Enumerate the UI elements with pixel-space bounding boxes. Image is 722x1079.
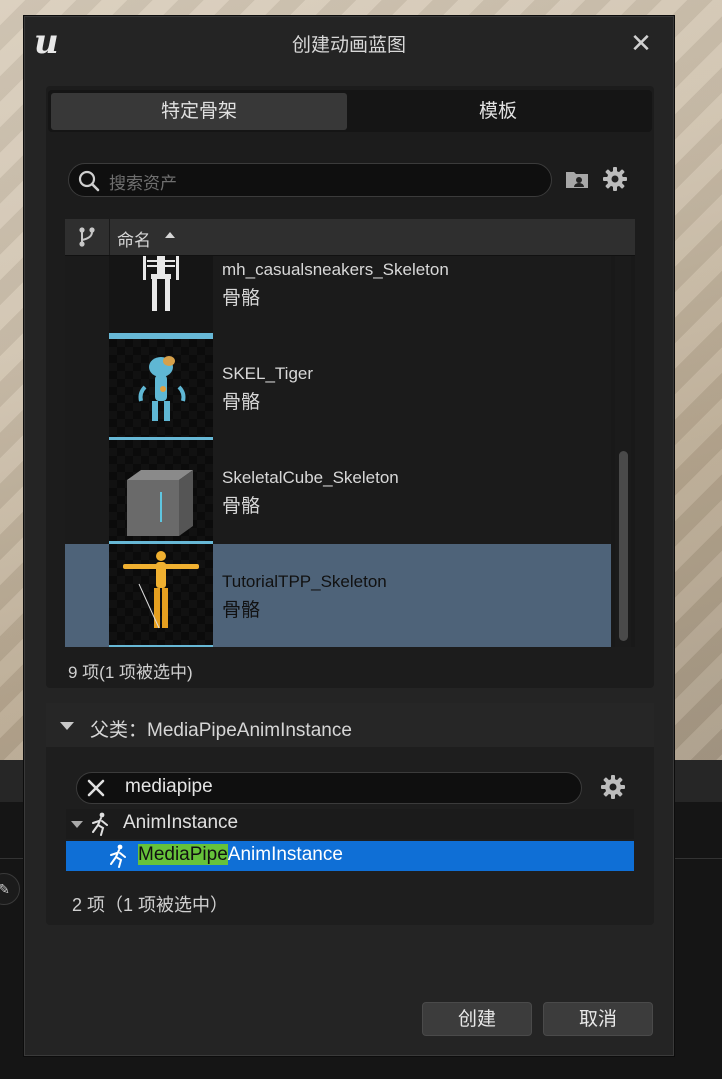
asset-list: 命名 mh_casualsneakers_Skeleton 骨骼 SKEL_Ti… (65, 219, 635, 647)
clear-search-icon[interactable] (85, 777, 107, 799)
close-icon[interactable]: ✕ (626, 28, 656, 58)
tab-template[interactable]: 模板 (350, 93, 646, 130)
asset-type: 骨骼 (222, 288, 261, 309)
parent-class-label: 父类：MediaPipeAnimInstance (90, 720, 352, 741)
class-tree: AnimInstance MediaPipeAnimInstance (66, 809, 634, 873)
asset-type: 骨骼 (222, 600, 261, 621)
search-match-highlight: MediaPipe (138, 844, 228, 865)
list-item[interactable]: mh_casualsneakers_Skeleton 骨骼 (65, 256, 611, 336)
tree-item-label: MediaPipeAnimInstance (138, 844, 343, 866)
tab-bar: 特定骨架 模板 (48, 90, 652, 132)
scrollbar-thumb[interactable] (619, 451, 628, 641)
asset-name: mh_casualsneakers_Skeleton (222, 260, 449, 279)
class-count: 2 项（1 项被选中） (72, 895, 229, 915)
dialog-titlebar[interactable]: u 创建动画蓝图 ✕ (24, 16, 674, 76)
tree-item-label: AnimInstance (123, 812, 239, 833)
dialog-title: 创建动画蓝图 (291, 35, 406, 56)
name-column-header[interactable]: 命名 (117, 226, 151, 251)
running-figure-icon (110, 844, 126, 868)
asset-name: TutorialTPP_Skeleton (222, 572, 387, 591)
item-count: 9 项(1 项被选中) (68, 663, 193, 682)
list-header: 命名 (65, 219, 635, 256)
class-picker-settings-gear-icon[interactable] (600, 774, 626, 800)
parent-class-section: 父类：MediaPipeAnimInstance mediapipe AnimI… (46, 703, 654, 925)
class-filter-input[interactable]: mediapipe (76, 772, 582, 804)
list-item[interactable]: SKEL_Tiger 骨骼 (65, 336, 611, 440)
asset-name: SkeletalCube_Skeleton (222, 468, 399, 487)
running-figure-icon (92, 812, 108, 836)
asset-rows: mh_casualsneakers_Skeleton 骨骼 SKEL_Tiger… (65, 256, 635, 647)
skeleton-section: 特定骨架 模板 搜索资产 命名 mh_casualsneakers_Skelet… (46, 86, 654, 688)
source-column-header[interactable] (65, 219, 110, 255)
list-item-selected[interactable]: TutorialTPP_Skeleton 骨骼 (65, 544, 611, 647)
tree-item-animinstance[interactable]: AnimInstance (66, 809, 634, 839)
parent-class-header[interactable]: 父类：MediaPipeAnimInstance (46, 703, 654, 747)
asset-type: 骨骼 (222, 392, 261, 413)
create-button[interactable]: 创建 (422, 1002, 532, 1036)
filter-text: mediapipe (125, 776, 213, 797)
tree-item-mediapipe-animinstance[interactable]: MediaPipeAnimInstance (66, 841, 634, 871)
grey-cube-icon (127, 470, 193, 536)
tiger-skeleton-icon (138, 356, 186, 421)
folder-icon[interactable] (564, 166, 590, 192)
tree-item-label-rest: AnimInstance (227, 844, 343, 865)
expand-arrow-icon[interactable] (71, 821, 83, 828)
asset-name: SKEL_Tiger (222, 364, 314, 383)
create-anim-blueprint-dialog: u 创建动画蓝图 ✕ 特定骨架 模板 搜索资产 命名 mh_casualsnea… (23, 15, 675, 1057)
sort-ascending-icon (165, 232, 175, 238)
settings-gear-icon[interactable] (602, 166, 628, 192)
asset-type: 骨骼 (222, 496, 261, 517)
cube-thumbnail (109, 440, 213, 544)
tab-specific-skeleton[interactable]: 特定骨架 (51, 93, 347, 130)
source-control-branch-icon (79, 227, 95, 247)
collapse-arrow-icon[interactable] (60, 722, 74, 730)
list-item[interactable]: SkeletalCube_Skeleton 骨骼 (65, 440, 611, 544)
mannequin-thumbnail (109, 544, 213, 647)
skeleton-thumbnail (109, 256, 213, 336)
search-placeholder: 搜索资产 (109, 174, 177, 193)
white-skeleton-icon (143, 256, 179, 311)
cancel-button[interactable]: 取消 (543, 1002, 653, 1036)
search-icon (78, 170, 100, 192)
yellow-mannequin-icon (123, 551, 199, 629)
skeleton-thumbnail (109, 336, 213, 440)
asset-search-input[interactable]: 搜索资产 (68, 163, 552, 197)
